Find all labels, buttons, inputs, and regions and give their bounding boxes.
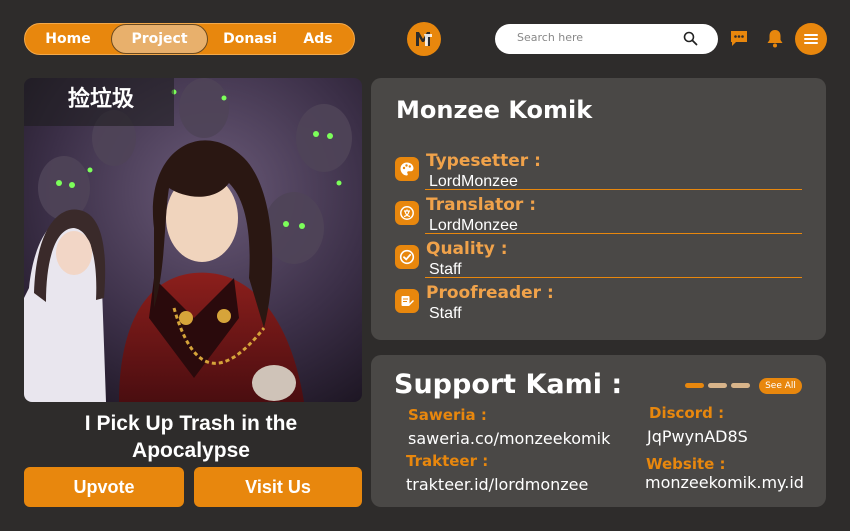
carousel-indicator[interactable] <box>685 383 750 388</box>
palette-icon <box>395 157 419 181</box>
nav-donasi[interactable]: Donasi <box>208 24 292 54</box>
trakteer-link[interactable]: trakteer.id/lordmonzee <box>406 475 588 494</box>
trakteer-label: Trakteer : <box>406 452 489 470</box>
support-title: Support Kami : <box>394 369 623 400</box>
bell-icon[interactable] <box>766 28 784 52</box>
role-label: Proofreader : <box>426 283 554 303</box>
role-person: Staff <box>429 305 462 322</box>
monzee-logo-icon[interactable] <box>407 22 441 56</box>
role-typesetter: Typesetter : LordMonzee <box>393 151 802 195</box>
discord-code[interactable]: JqPwynAD8S <box>647 427 748 446</box>
discord-label: Discord : <box>649 404 725 422</box>
see-all-button[interactable]: See All <box>759 378 802 394</box>
website-link[interactable]: monzeekomik.my.id <box>645 473 804 492</box>
nav-project[interactable]: Project <box>111 24 208 54</box>
proofread-icon <box>395 289 419 313</box>
role-translator: Translator : LordMonzee <box>393 195 802 239</box>
divider <box>425 277 802 278</box>
saweria-link[interactable]: saweria.co/monzeekomik <box>408 429 610 448</box>
menu-icon <box>804 34 818 44</box>
search-icon[interactable] <box>683 31 698 50</box>
nav-ads[interactable]: Ads <box>292 24 344 54</box>
divider <box>425 233 802 234</box>
divider <box>425 189 802 190</box>
role-label: Translator : <box>426 195 537 215</box>
support-panel: Support Kami : See All Saweria : saweria… <box>371 355 826 507</box>
role-label: Typesetter : <box>426 151 541 171</box>
role-proofreader: Proofreader : Staff <box>393 283 802 327</box>
role-quality: Quality : Staff <box>393 239 802 283</box>
role-label: Quality : <box>426 239 508 259</box>
saweria-label: Saweria : <box>408 406 487 424</box>
comic-cover-image[interactable]: 捡垃圾 <box>24 78 362 402</box>
team-name: Monzee Komik <box>396 96 593 124</box>
comic-title: I Pick Up Trash in the Apocalypse <box>84 412 298 462</box>
search-bar <box>495 24 718 54</box>
menu-button[interactable] <box>795 23 827 55</box>
chat-icon[interactable] <box>729 29 749 51</box>
nav-home[interactable]: Home <box>25 24 111 54</box>
svg-text:捡垃圾: 捡垃圾 <box>68 86 135 112</box>
upvote-button[interactable]: Upvote <box>24 467 184 507</box>
website-label: Website : <box>646 455 726 473</box>
translate-icon <box>395 201 419 225</box>
team-panel: Monzee Komik Typesetter : LordMonzee Tra… <box>371 78 826 340</box>
visit-us-button[interactable]: Visit Us <box>194 467 362 507</box>
check-circle-icon <box>395 245 419 269</box>
main-nav: Home Project Donasi Ads <box>24 23 355 55</box>
search-input[interactable] <box>517 31 677 44</box>
